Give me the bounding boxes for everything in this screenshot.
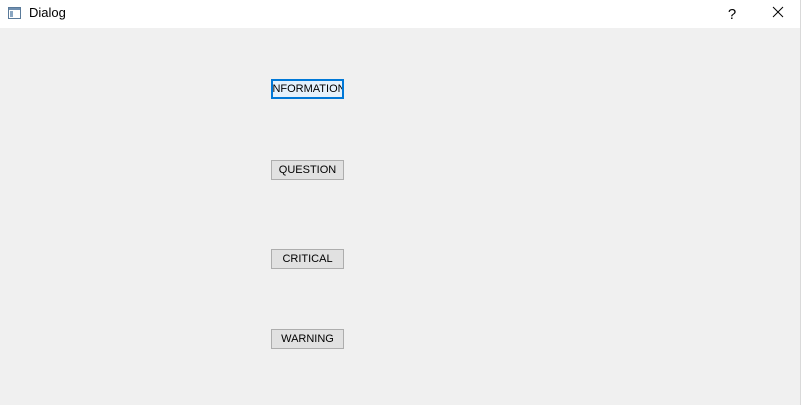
critical-button-label: CRITICAL [282,253,333,265]
warning-button[interactable]: WARNING [271,329,344,349]
information-button-label: INFORMATION [271,83,344,95]
warning-button-label: WARNING [281,333,334,345]
close-icon [772,5,784,23]
question-button-label: QUESTION [278,164,337,176]
window-title: Dialog [29,5,66,20]
information-button[interactable]: INFORMATION [271,79,344,99]
question-button[interactable]: QUESTION [271,160,344,180]
question-mark-icon: ? [727,5,737,23]
dialog-window-icon [8,6,21,19]
dialog-window: Dialog ? INFORMATION QUESTION CRITICAL W… [0,0,801,405]
close-button[interactable] [755,0,801,28]
critical-button[interactable]: CRITICAL [271,249,344,269]
title-bar[interactable]: Dialog ? [0,0,801,28]
help-button[interactable]: ? [709,0,755,28]
dialog-content: INFORMATION QUESTION CRITICAL WARNING [0,28,801,405]
